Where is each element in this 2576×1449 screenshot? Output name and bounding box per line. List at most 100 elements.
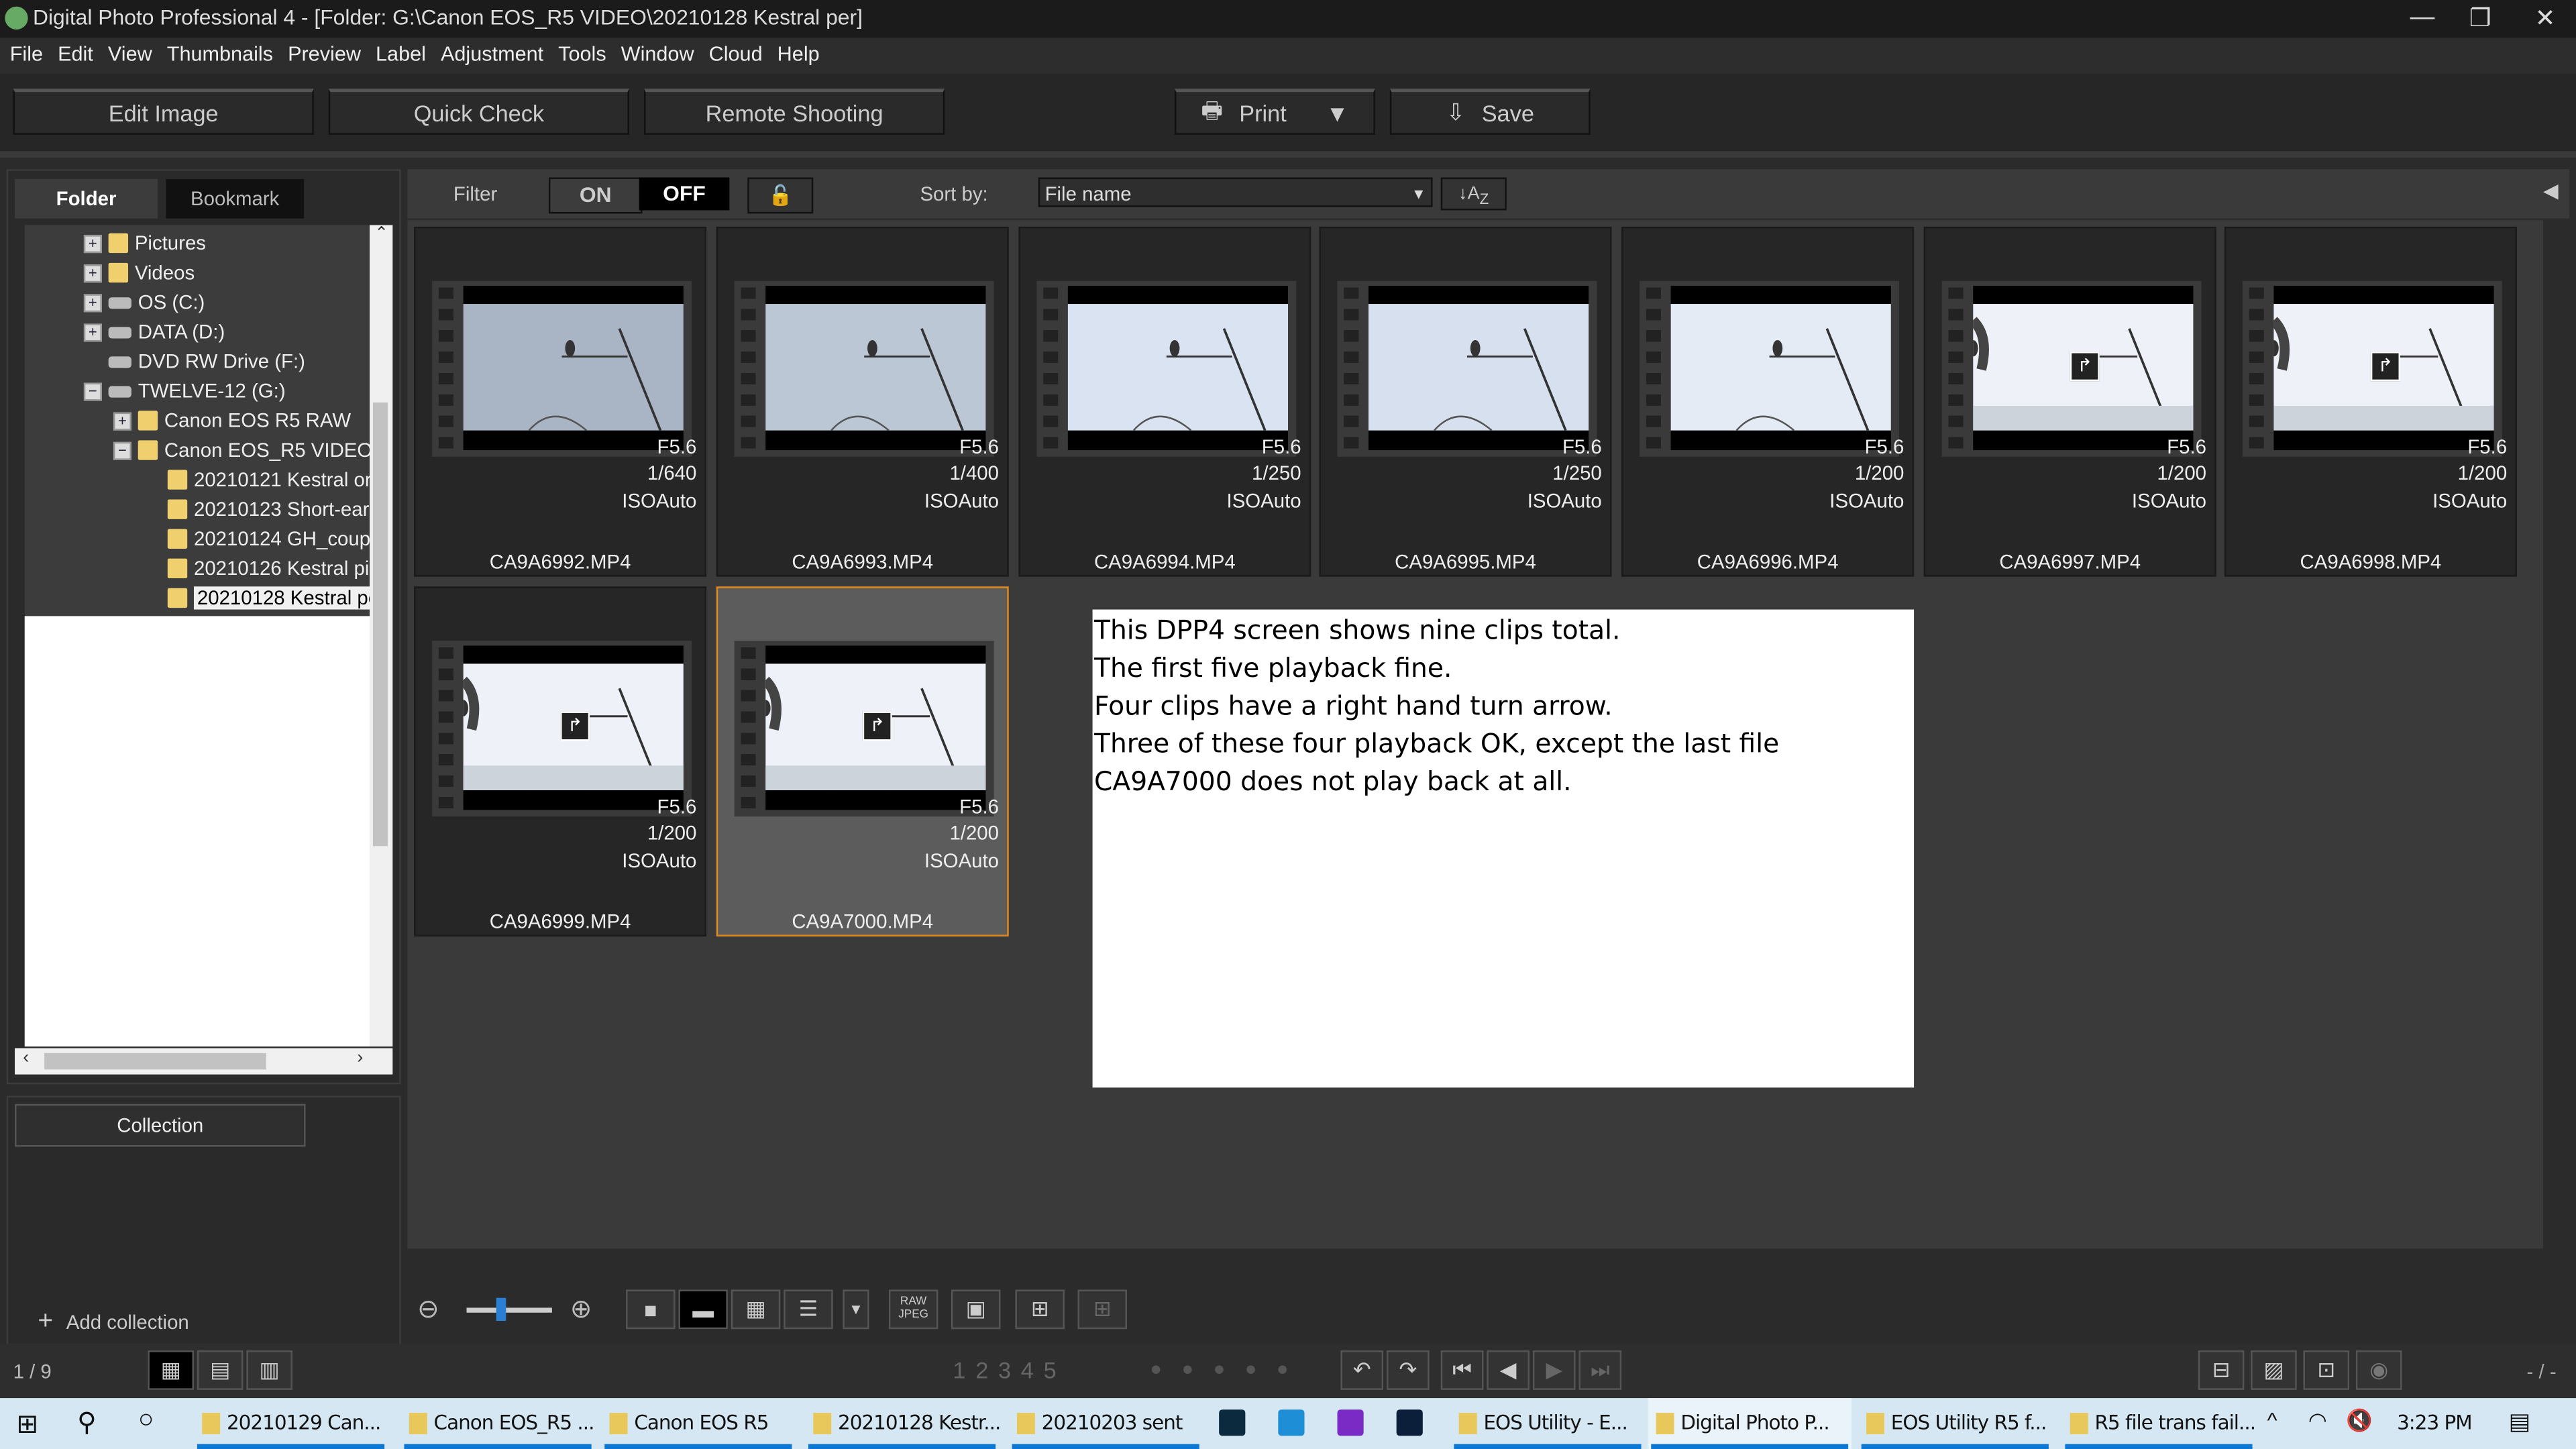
expand-toggle-icon[interactable]: + [83,264,102,282]
zoom-in-icon[interactable]: ⊕ [570,1293,592,1326]
filter-lock-icon[interactable]: 🔓 [747,177,814,214]
compare-view-button[interactable]: ⊞ [1077,1289,1128,1330]
pinned-app-icon[interactable] [1337,1409,1364,1436]
pinned-app-icon[interactable] [1278,1409,1305,1436]
menu-thumbnails[interactable]: Thumbnails [167,43,273,66]
dropdown-arrow-icon[interactable]: ▼ [1326,99,1349,125]
windows-start-icon[interactable]: ⊞ [16,1408,38,1441]
cortana-icon[interactable]: ○ [138,1406,154,1436]
scroll-up-icon[interactable]: ⌃ [374,225,388,244]
thumbnail-size-slider[interactable] [466,1297,552,1321]
taskbar-item[interactable]: R5 file trans fail... [2094,1411,2256,1434]
add-collection-button[interactable]: + Add collection [38,1307,189,1337]
remote-shooting-button[interactable]: Remote Shooting [644,89,945,135]
edit-image-button[interactable]: Edit Image [13,89,314,135]
view-medium-thumb-button[interactable]: ▬ [678,1289,728,1330]
expand-toggle-icon[interactable]: + [113,411,131,430]
sort-by-select[interactable]: File name ▼ [1038,177,1433,207]
tree-node[interactable]: DVD RW Drive (F:) [84,347,305,376]
expand-toggle-icon[interactable]: + [83,233,102,252]
slider-handle[interactable] [496,1297,506,1321]
taskbar-item[interactable]: Canon EOS R5 [634,1411,769,1434]
notifications-icon[interactable]: ▤ [2509,1408,2530,1436]
menu-window[interactable]: Window [621,43,694,66]
h-scroll-thumb[interactable] [44,1053,266,1070]
menu-tools[interactable]: Tools [558,43,606,66]
raw-jpeg-button[interactable]: RAW JPEG [888,1289,938,1330]
taskbar-item[interactable]: 20210203 sent [1042,1411,1183,1434]
last-image-button[interactable]: ⏭ [1578,1350,1622,1390]
scroll-thumb[interactable] [372,402,388,847]
view-dropdown-button[interactable]: ▼ [843,1289,869,1330]
print-button[interactable]: 🖶 Print ▼ [1175,89,1375,135]
layout-preview-button[interactable]: ▤ [197,1350,244,1390]
minimize-button[interactable]: — [2410,3,2435,32]
expand-toggle-icon[interactable]: + [83,293,102,312]
save-button[interactable]: ⇩ Save [1389,89,1591,135]
view-list-button[interactable]: ☰ [784,1289,833,1330]
tree-node[interactable]: + Canon EOS R5 RAW [113,406,351,435]
thumbnail-card[interactable]: F5.6 1/250 ISOAuto CA9A6995.MP4 [1319,226,1612,577]
thumbnail-card[interactable]: F5.6 1/640 ISOAuto CA9A6992.MP4 [414,226,707,577]
grid-horizontal-scrollbar[interactable] [407,1250,2544,1273]
expand-toggle-icon[interactable]: + [83,323,102,341]
thumbnail-card[interactable]: ↱ F5.6 1/200 ISOAuto CA9A6998.MP4 [2224,226,2517,577]
menu-label[interactable]: Label [376,43,426,66]
search-icon[interactable]: ⚲ [77,1406,97,1439]
menu-help[interactable]: Help [777,43,820,66]
thumbnail-card[interactable]: F5.6 1/400 ISOAuto CA9A6993.MP4 [716,226,1009,577]
tree-node[interactable]: 20210124 GH_coup [143,524,370,553]
taskbar-item[interactable]: EOS Utility R5 f... [1891,1411,2047,1434]
tab-folder[interactable]: Folder [15,178,158,219]
rating-5-button[interactable]: 5 [1044,1357,1067,1383]
next-image-button[interactable]: ▶ [1532,1350,1576,1390]
taskbar-item[interactable]: Digital Photo P... [1680,1411,1829,1434]
tab-bookmark[interactable]: Bookmark [166,178,305,219]
menu-adjustment[interactable]: Adjustment [441,43,543,66]
layout-grid-button[interactable]: ▦ [148,1350,194,1390]
rotate-right-button[interactable]: ↷ [1386,1350,1430,1390]
tab-collection[interactable]: Collection [15,1104,306,1147]
view-small-thumb-button[interactable]: ▦ [731,1289,781,1330]
rating-4-button[interactable]: 4 [1021,1357,1044,1383]
thumbnail-card[interactable]: ↱ F5.6 1/200 ISOAuto CA9A6997.MP4 [1923,226,2216,577]
taskbar-item[interactable]: EOS Utility - E... [1483,1411,1627,1434]
taskbar-item[interactable]: Canon EOS_R5 ... [434,1411,595,1434]
tree-node[interactable]: 20210121 Kestral or [143,465,370,494]
tree-node[interactable]: 20210126 Kestral pi [143,553,369,583]
menu-cloud[interactable]: Cloud [709,43,763,66]
restore-button[interactable]: ❐ [2469,3,2491,33]
camera-button[interactable]: ◉ [2355,1350,2402,1390]
filter-off-button[interactable]: OFF [639,177,730,211]
tree-node[interactable]: − Canon EOS_R5 VIDEO [113,435,370,465]
taskbar-item[interactable]: 20210129 Can... [227,1411,381,1434]
taskbar-item[interactable]: 20210128 Kestr... [838,1411,1001,1434]
tree-horizontal-scrollbar[interactable]: ‹ › [15,1048,393,1075]
quick-check-button[interactable]: Quick Check [328,89,629,135]
scroll-right-icon[interactable]: › [357,1048,363,1067]
previous-image-button[interactable]: ◀ [1487,1350,1530,1390]
fullscreen-button[interactable]: ⊡ [2303,1350,2350,1390]
filter-on-button[interactable]: ON [548,177,643,214]
sort-order-button[interactable]: ↓AZ [1440,177,1507,211]
close-button[interactable]: ✕ [2535,3,2556,33]
clock[interactable]: 3:23 PM [2397,1411,2473,1434]
volume-muted-icon[interactable]: 🔇 [2346,1408,2373,1434]
histogram-button[interactable]: ▨ [2251,1350,2297,1390]
menu-file[interactable]: File [10,43,43,66]
rating-1-button[interactable]: 1 [953,1357,975,1383]
tree-vertical-scrollbar[interactable]: ⌃ [370,225,393,1047]
first-image-button[interactable]: ⏮ [1440,1350,1484,1390]
label-buttons[interactable]: ●●●●● [1150,1357,1308,1380]
thumbnail-card[interactable]: F5.6 1/250 ISOAuto CA9A6994.MP4 [1018,226,1311,577]
pinned-app-icon[interactable] [1396,1409,1423,1436]
zoom-out-icon[interactable]: ⊖ [417,1293,439,1326]
tray-chevron-icon[interactable]: ^ [2267,1408,2277,1433]
grid-vertical-scrollbar[interactable] [2546,220,2570,1249]
tree-node[interactable]: + DATA (D:) [83,317,225,347]
tree-node[interactable]: 20210128 Kestral pe [143,583,370,612]
grid-view-button[interactable]: ⊞ [1015,1289,1065,1330]
menu-edit[interactable]: Edit [58,43,93,66]
thumbnail-card[interactable]: ↱ F5.6 1/200 ISOAuto CA9A7000.MP4 [716,586,1009,936]
filmstrip-button[interactable]: ▣ [951,1289,1001,1330]
